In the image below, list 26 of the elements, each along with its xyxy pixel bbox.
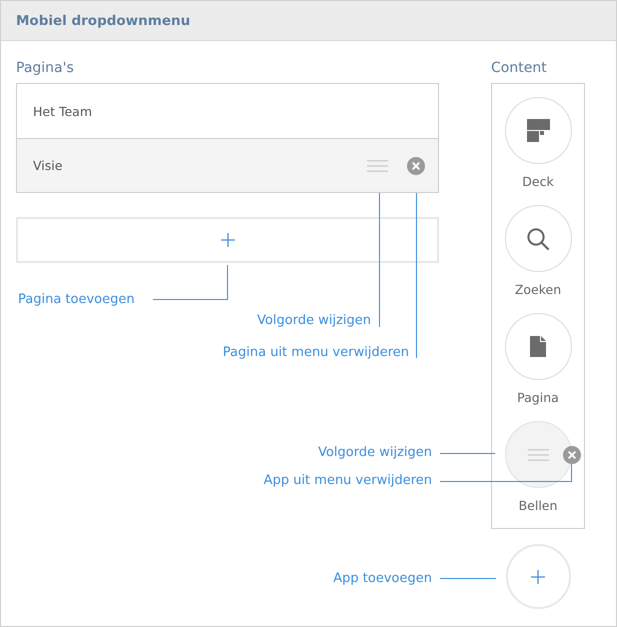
page-list-item[interactable]: Visie [17, 138, 438, 192]
document-icon [530, 336, 546, 357]
window-title: Mobiel dropdownmenu [16, 12, 190, 28]
annotation-label: App toevoegen [333, 570, 432, 588]
app-label: Pagina [517, 389, 559, 407]
annotation-label: Volgorde wijzigen [257, 312, 371, 330]
plus-icon [531, 570, 545, 584]
annotation-label: Pagina uit menu verwijderen [222, 344, 409, 362]
app-label: Zoeken [514, 281, 562, 299]
page-list-item[interactable]: Het Team [17, 84, 438, 138]
drag-handle-icon[interactable] [367, 160, 388, 172]
app-label: Bellen [518, 497, 558, 515]
app-label: Deck [522, 173, 554, 191]
layout-blocks-icon [526, 119, 550, 142]
close-icon[interactable] [562, 446, 580, 464]
annotation-label: Pagina toevoegen [18, 291, 135, 309]
section-heading: Content [491, 59, 547, 77]
leader-line [440, 453, 496, 454]
leader-line [440, 578, 496, 579]
close-icon[interactable] [407, 156, 425, 174]
section-heading: Pagina's [16, 59, 75, 77]
drag-handle-icon[interactable] [528, 448, 548, 460]
annotation-label: App uit menu verwijderen [264, 472, 432, 490]
search-icon [527, 228, 549, 250]
annotation-label: Volgorde wijzigen [318, 444, 432, 462]
plus-icon [220, 233, 234, 247]
